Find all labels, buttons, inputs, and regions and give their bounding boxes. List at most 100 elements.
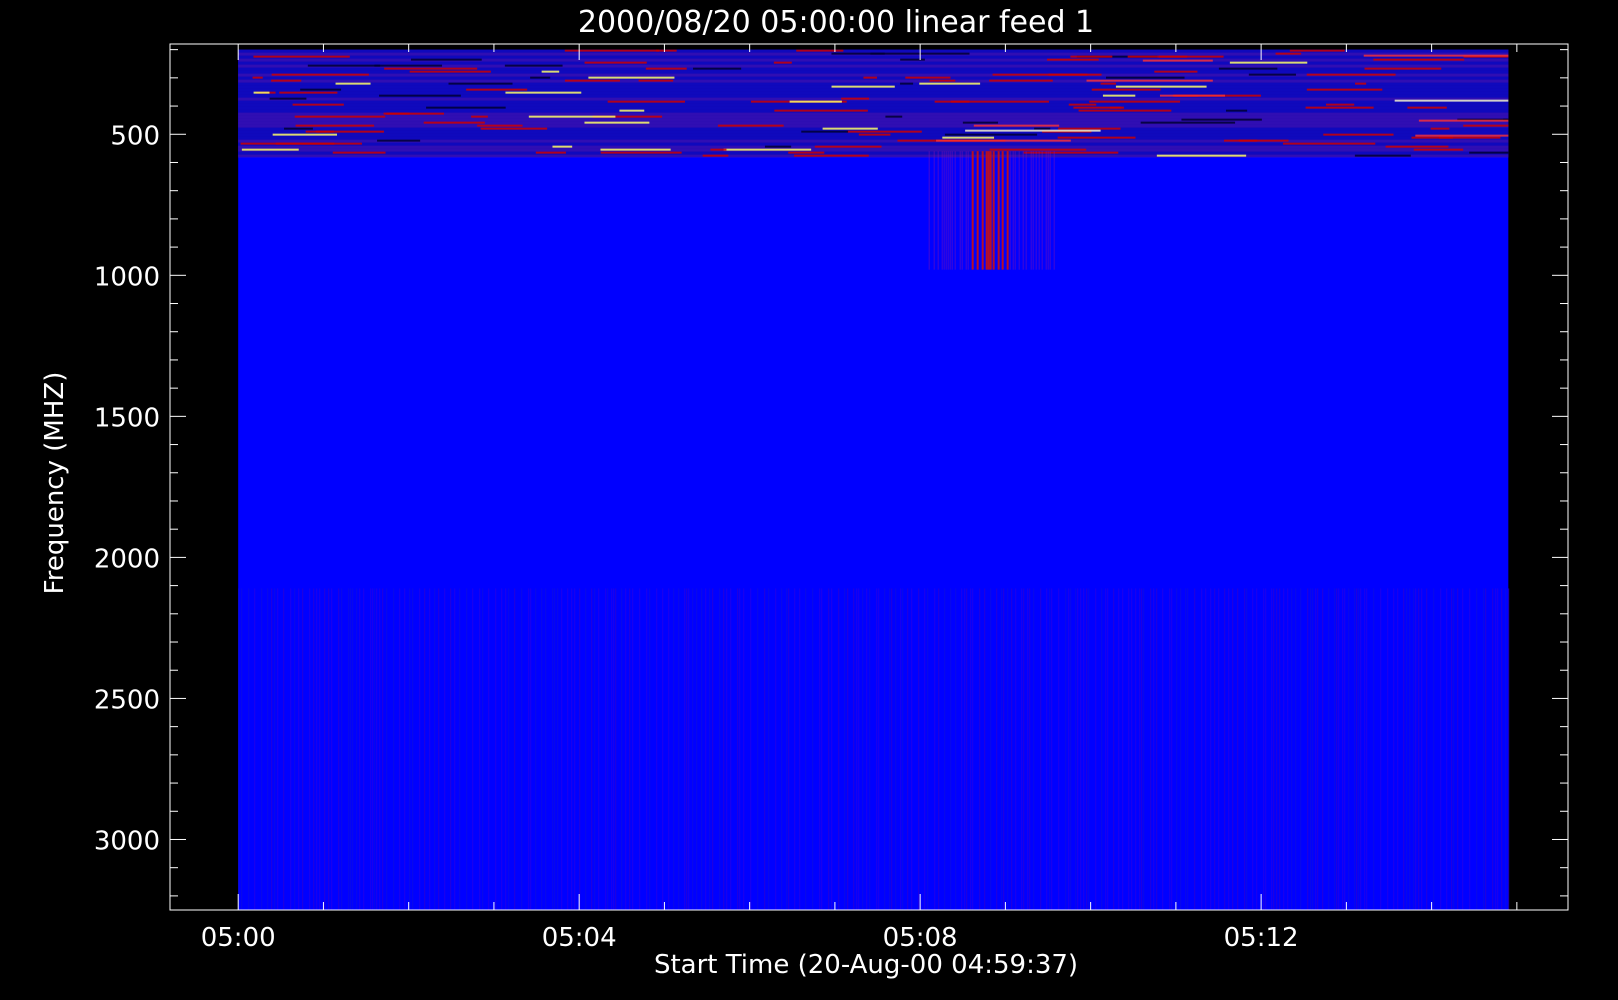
- heatmap-stripe: [1171, 588, 1173, 910]
- band-segment: [764, 145, 792, 148]
- heatmap-stripe: [350, 588, 352, 910]
- heatmap-stripe: [961, 588, 963, 910]
- heatmap-stripe: [838, 588, 840, 910]
- heatmap-stripe: [1342, 588, 1344, 910]
- heatmap-stripe: [591, 588, 593, 910]
- burst-streak: [989, 151, 992, 270]
- heatmap-stripe: [1393, 588, 1395, 910]
- burst-streak: [933, 151, 935, 270]
- heatmap-stripe: [1492, 588, 1494, 910]
- band-highlight: [1415, 134, 1509, 137]
- heatmap-stripe: [1380, 588, 1382, 910]
- band-segment: [332, 151, 386, 154]
- burst-streak: [1030, 151, 1032, 270]
- band-segment: [252, 76, 263, 79]
- heatmap-stripe: [554, 588, 556, 910]
- heatmap-stripe: [1426, 588, 1428, 910]
- heatmap-stripe: [730, 588, 732, 910]
- heatmap-stripe: [1334, 588, 1336, 910]
- band-row: [238, 154, 1509, 158]
- band-segment: [588, 76, 675, 79]
- heatmap-stripe: [819, 588, 821, 910]
- band-segment: [584, 121, 650, 124]
- heatmap-stripe: [757, 588, 759, 910]
- heatmap-stripe: [719, 588, 721, 910]
- heatmap-stripe: [1418, 588, 1420, 910]
- heatmap-stripe: [1366, 588, 1368, 910]
- x-tick-label: 05:12: [1224, 923, 1299, 953]
- heatmap-stripe: [1409, 588, 1411, 910]
- band-segment: [900, 58, 925, 61]
- band-segment: [950, 100, 1049, 103]
- heatmap-stripe: [1273, 588, 1275, 910]
- heatmap-stripe: [1291, 588, 1293, 910]
- heatmap-stripe: [1040, 588, 1042, 910]
- heatmap-stripe: [876, 588, 878, 910]
- heatmap-stripe: [1462, 588, 1464, 910]
- heatmap-stripe: [1141, 588, 1143, 910]
- heatmap-stripe: [1205, 588, 1207, 910]
- heatmap-stripe: [884, 588, 886, 910]
- burst-streak: [1014, 151, 1016, 270]
- heatmap-stripe: [348, 588, 350, 910]
- band-segment: [411, 58, 482, 61]
- band-row: [238, 136, 1509, 140]
- band-row: [238, 103, 1509, 107]
- band-segment: [989, 79, 1053, 82]
- heatmap-stripe: [979, 588, 981, 910]
- heatmap-stripe: [1095, 588, 1097, 910]
- band-segment: [1048, 73, 1102, 76]
- heatmap-stripe: [1322, 588, 1324, 910]
- heatmap-stripe: [805, 588, 807, 910]
- band-segment: [905, 76, 951, 79]
- band-highlight: [1363, 54, 1509, 57]
- y-tick-label: 1500: [94, 403, 160, 433]
- heatmap-stripe: [858, 588, 860, 910]
- heatmap-stripe: [1271, 588, 1273, 910]
- heatmap-stripe: [1406, 588, 1408, 910]
- burst-streak: [937, 151, 939, 270]
- band-segment: [275, 142, 362, 145]
- heatmap-stripe: [585, 588, 587, 910]
- band-segment: [717, 124, 784, 127]
- heatmap-stripe: [1122, 588, 1124, 910]
- heatmap-stripe: [821, 588, 823, 910]
- band-segment: [1058, 127, 1121, 130]
- band-segment: [386, 112, 444, 115]
- heatmap-stripe: [1485, 588, 1487, 910]
- band-segment: [863, 76, 878, 79]
- heatmap-stripe: [302, 588, 304, 910]
- band-segment: [831, 52, 885, 55]
- band-segment: [448, 82, 513, 85]
- band-segment: [645, 67, 687, 70]
- heatmap-stripe: [372, 588, 374, 910]
- band-highlight: [1418, 119, 1509, 122]
- heatmap-stripe: [1246, 588, 1248, 910]
- heatmap-stripe: [844, 588, 846, 910]
- band-segment: [1306, 73, 1396, 76]
- band-segment: [1057, 136, 1136, 139]
- burst-streak: [943, 151, 945, 270]
- band-segment: [814, 145, 882, 148]
- band-segment: [919, 82, 981, 85]
- heatmap-stripe: [966, 588, 968, 910]
- band-segment: [1070, 55, 1113, 58]
- heatmap-stripe: [254, 588, 256, 910]
- heatmap-stripe: [1083, 588, 1085, 910]
- band-segment: [253, 55, 350, 58]
- heatmap-stripe: [277, 588, 279, 910]
- heatmap-stripe: [1283, 588, 1285, 910]
- band-segment: [1306, 88, 1383, 91]
- band-segment: [885, 115, 903, 118]
- band-segment: [1089, 100, 1181, 103]
- heatmap-stripe: [970, 588, 972, 910]
- heatmap-stripe: [1214, 588, 1216, 910]
- band-segment: [796, 49, 844, 52]
- heatmap-stripe: [495, 588, 497, 910]
- heatmap-stripe: [424, 588, 426, 910]
- band-segment: [335, 82, 371, 85]
- heatmap-stripe: [598, 588, 600, 910]
- heatmap-stripe: [629, 588, 631, 910]
- band-segment: [241, 148, 299, 151]
- heatmap-stripe: [656, 588, 658, 910]
